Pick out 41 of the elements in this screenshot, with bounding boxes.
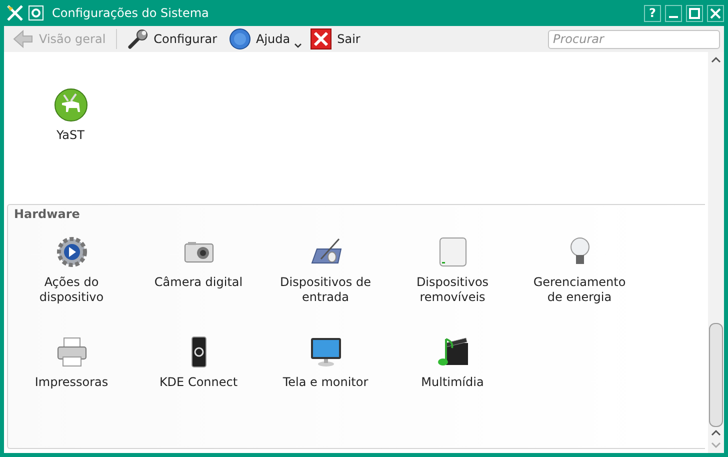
- module-label: Gerenciamento de energia: [532, 275, 627, 305]
- scrollbar[interactable]: [708, 52, 724, 453]
- module-item[interactable]: KDE Connect: [135, 335, 262, 390]
- toolbar-button[interactable]: Configurar: [122, 26, 221, 52]
- maximize-icon[interactable]: [686, 4, 703, 22]
- module-item[interactable]: Multimídia: [389, 335, 516, 390]
- help-button[interactable]: ?: [644, 4, 661, 22]
- gear-icon: [54, 235, 88, 269]
- module-item[interactable]: Tela e monitor: [262, 335, 389, 390]
- window-title: Configurações do Sistema: [52, 6, 210, 20]
- close-icon[interactable]: [707, 4, 724, 22]
- monitor-icon: [308, 335, 342, 369]
- module-label: YaST: [56, 128, 84, 143]
- close-icon: [310, 28, 332, 50]
- module-item[interactable]: Impressoras: [8, 335, 135, 390]
- tools-icon: [6, 4, 24, 22]
- module-item[interactable]: Gerenciamento de energia: [516, 235, 643, 305]
- module-label: Tela e monitor: [282, 375, 368, 390]
- module-item[interactable]: YaST: [7, 88, 134, 143]
- search-field[interactable]: Procurar: [548, 30, 720, 48]
- module-label: Câmera digital: [154, 275, 243, 290]
- module-item[interactable]: Dispositivos removíveis: [389, 235, 516, 305]
- help-icon: [229, 28, 251, 50]
- module-label: Multimídia: [421, 375, 484, 390]
- caret-icon[interactable]: [294, 43, 302, 49]
- toolbar-button[interactable]: Ajuda: [225, 26, 294, 52]
- back-arrow-icon: [12, 29, 34, 49]
- module-item[interactable]: Câmera digital: [135, 235, 262, 305]
- toolbar-button[interactable]: Sair: [306, 26, 364, 52]
- scrollbar-thumb[interactable]: [709, 323, 723, 427]
- printer-icon: [54, 335, 88, 369]
- module-item[interactable]: Dispositivos de entrada: [262, 235, 389, 305]
- module-label: Impressoras: [34, 375, 108, 390]
- module-label: Dispositivos removíveis: [415, 275, 490, 305]
- module-item[interactable]: Ações do dispositivo: [8, 235, 135, 305]
- module-label: KDE Connect: [159, 375, 238, 390]
- module-label: Ações do dispositivo: [38, 275, 105, 305]
- animal-icon: [54, 88, 88, 122]
- section-title: Hardware: [13, 207, 81, 223]
- minimize-icon[interactable]: [665, 4, 682, 22]
- module-label: Dispositivos de entrada: [279, 275, 372, 305]
